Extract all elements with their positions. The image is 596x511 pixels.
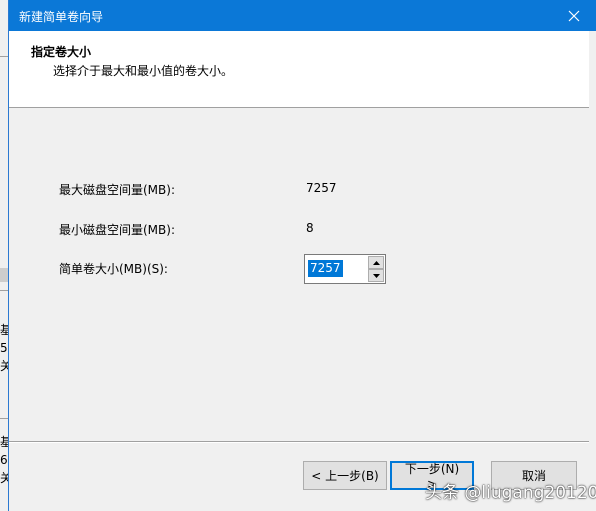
triangle-up-icon (372, 260, 380, 265)
wizard-header: 指定卷大小 选择介于最大和最小值的卷大小。 (9, 31, 589, 108)
back-button[interactable]: < 上一步(B) (303, 461, 387, 490)
max-space-label: 最大磁盘空间量(MB): (59, 183, 175, 197)
volume-size-input[interactable]: 7257 (308, 260, 343, 277)
header-edge (589, 31, 596, 108)
new-simple-volume-wizard: 新建简单卷向导 指定卷大小 选择介于最大和最小值的卷大小。 最大磁盘空间量(MB… (8, 0, 596, 511)
min-space-value: 8 (306, 221, 314, 235)
min-space-label: 最小磁盘空间量(MB): (59, 223, 175, 237)
volume-size-stepper[interactable]: 7257 (304, 254, 386, 284)
triangle-down-icon (372, 273, 380, 278)
background-scrollbar (0, 268, 8, 282)
stepper-buttons (368, 256, 384, 282)
footer-divider-highlight (9, 442, 589, 443)
close-icon (568, 10, 580, 21)
max-space-value: 7257 (306, 181, 337, 195)
stepper-up-button[interactable] (368, 256, 384, 269)
title-bar[interactable]: 新建简单卷向导 (9, 0, 596, 31)
window-title: 新建简单卷向导 (19, 10, 104, 24)
stepper-down-button[interactable] (368, 269, 384, 282)
page-subtitle: 选择介于最大和最小值的卷大小。 (53, 64, 234, 78)
close-button[interactable] (552, 0, 596, 31)
volume-size-label: 简单卷大小(MB)(S): (59, 262, 168, 276)
watermark: 头条 @liugang201201 (425, 483, 596, 503)
page-title: 指定卷大小 (31, 45, 92, 59)
